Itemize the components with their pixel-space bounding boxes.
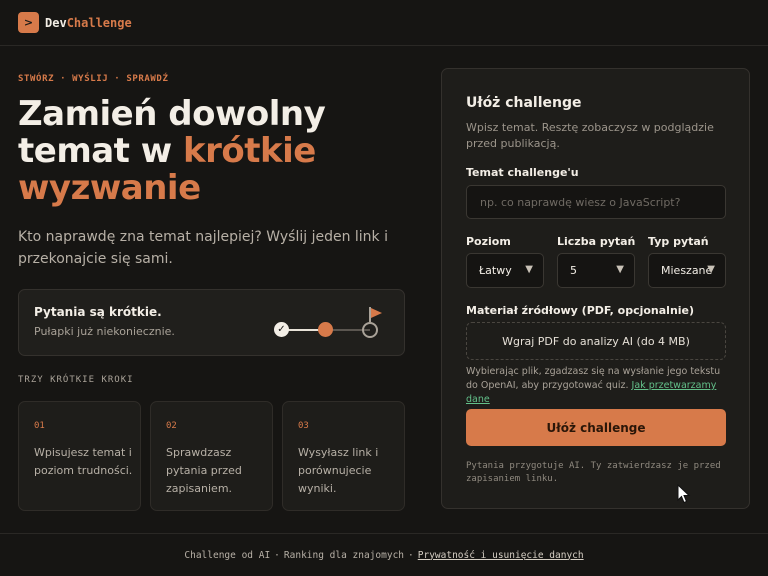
step-number: 02 (166, 421, 177, 431)
step-card: 02 Sprawdzasz pytania przed zapisaniem. (150, 401, 273, 511)
hero-title-line2-text: temat w (18, 131, 184, 171)
hero-title-line1: Zamień dowolny (18, 94, 326, 134)
count-label: Liczba pytań (557, 235, 636, 248)
check-icon: ✓ (274, 322, 289, 337)
level-select[interactable]: Łatwy ▼ (466, 253, 544, 288)
step-text: Sprawdzasz pytania przed zapisaniem. (166, 446, 242, 495)
count-select[interactable]: 5 ▼ (557, 253, 635, 288)
logo-part-dev: Dev (45, 15, 67, 30)
topic-label: Temat challenge'u (466, 166, 579, 179)
step-card: 03 Wysyłasz link i porównujecie wyniki. (282, 401, 405, 511)
create-challenge-panel: Ułóż challenge Wpisz temat. Resztę zobac… (441, 68, 750, 509)
topic-input[interactable] (466, 185, 726, 219)
hero-title-line3: wyzwanie (18, 168, 201, 208)
logo-text[interactable]: DevChallenge (45, 16, 132, 30)
source-label: Materiał źródłowy (PDF, opcjonalnie) (466, 304, 695, 317)
footer-item-ai: Challenge od AI (184, 549, 271, 561)
chevron-down-icon: ▼ (616, 264, 624, 275)
footer: Challenge od AI · Ranking dla znajomych … (0, 533, 768, 576)
info-card: Pytania są krótkie. Pułapki już niekonie… (18, 289, 405, 356)
hero-title-accent-word: krótkie (183, 131, 316, 171)
target-circle-icon (362, 322, 378, 338)
step-text: Wysyłasz link i porównujecie wyniki. (298, 446, 379, 495)
form-footnote: Pytania przygotuje AI. Ty zatwierdzasz j… (466, 461, 721, 484)
pdf-upload-dropzone[interactable]: Wgraj PDF do analizy AI (do 4 MB) (466, 322, 726, 360)
step-text: Wpisujesz temat i poziom trudności. (34, 446, 133, 477)
privacy-link[interactable]: Prywatność i usunięcie danych (418, 550, 584, 561)
type-label: Typ pytań (648, 235, 709, 248)
footer-separator: · (408, 549, 414, 561)
level-select-value: Łatwy (479, 264, 512, 277)
panel-subtitle: Wpisz temat. Resztę zobaczysz w podglądz… (466, 121, 714, 150)
panel-title: Ułóż challenge (466, 95, 582, 111)
progress-track: ✓ (274, 307, 384, 338)
hero-title: Zamień dowolny temat w krótkie wyzwanie (18, 96, 418, 207)
footer-separator: · (274, 549, 280, 561)
hero-eyebrow: STWÓRZ · WYŚLIJ · SPRAWDŹ (18, 74, 169, 84)
footer-item-ranking: Ranking dla znajomych (283, 549, 405, 561)
mouse-cursor-icon (677, 484, 691, 504)
logo-icon[interactable]: > (18, 12, 39, 33)
submit-button[interactable]: Ułóż challenge (466, 409, 726, 446)
step-card: 01 Wpisujesz temat i poziom trudności. (18, 401, 141, 511)
type-select-value: Mieszane (661, 264, 713, 277)
step-number: 01 (34, 421, 45, 431)
level-label: Poziom (466, 235, 511, 248)
count-select-value: 5 (570, 264, 577, 277)
info-card-title: Pytania są krótkie. (34, 305, 162, 319)
flag-icon (371, 308, 382, 318)
chevron-down-icon: ▼ (525, 264, 533, 275)
upload-consent-note: Wybierając plik, zgadzasz się na wysłani… (466, 365, 728, 407)
steps-label: TRZY KRÓTKIE KROKI (18, 375, 134, 385)
info-card-subtitle: Pułapki już niekoniecznie. (34, 325, 175, 338)
logo-part-challenge: Challenge (66, 15, 132, 30)
hero-title-line2: temat w krótkie (18, 133, 418, 170)
chevron-down-icon: ▼ (707, 264, 715, 275)
type-select[interactable]: Mieszane ▼ (648, 253, 726, 288)
step-number: 03 (298, 421, 309, 431)
current-step-dot (318, 322, 333, 337)
top-bar: > DevChallenge (0, 0, 768, 46)
hero-subtitle: Kto naprawdę zna temat najlepiej? Wyślij… (18, 229, 388, 267)
